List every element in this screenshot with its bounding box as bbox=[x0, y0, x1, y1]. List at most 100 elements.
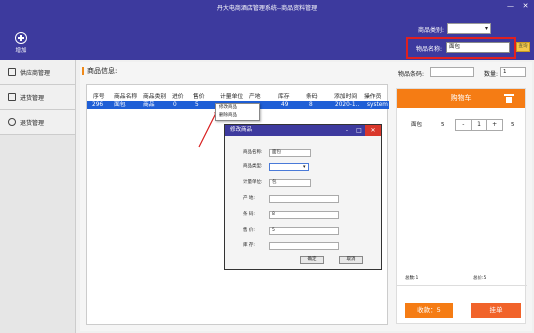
add-button[interactable]: 增加 bbox=[12, 32, 30, 54]
price-field[interactable]: 5 bbox=[269, 227, 339, 235]
context-menu: 修改商品 删除商品 bbox=[215, 103, 260, 121]
supplier-icon bbox=[8, 68, 16, 76]
chevron-down-icon: ▾ bbox=[303, 164, 306, 170]
sidebar: 供应商管理 进货管理 退货管理 bbox=[0, 60, 76, 333]
cart-title: 购物车 bbox=[450, 94, 472, 102]
minimize-button[interactable]: — bbox=[506, 2, 515, 11]
field-row: 计量单位: 包 bbox=[225, 179, 383, 187]
cell-barcode: 8 bbox=[309, 102, 313, 108]
dialog-restore-button[interactable]: □ bbox=[353, 125, 365, 136]
cell-id: 296 bbox=[92, 102, 104, 108]
cell-name: 面包 bbox=[114, 102, 126, 108]
goods-info-text: 商品信息: bbox=[87, 67, 118, 75]
cell-stock: 49 bbox=[281, 102, 289, 108]
category-select[interactable]: ▾ bbox=[447, 23, 491, 34]
return-icon bbox=[8, 118, 16, 126]
field-label: 库 存: bbox=[243, 243, 255, 248]
edit-goods-dialog: 修改商品 - □ ✕ 商品名称: 面包 商品类型: ▾ 计量单位: 包 产 地:… bbox=[224, 124, 382, 270]
cart-item-total: 5 bbox=[511, 122, 515, 128]
cart-divider bbox=[397, 285, 527, 286]
cancel-button[interactable]: 取消 bbox=[339, 256, 363, 264]
dialog-minimize-button[interactable]: - bbox=[341, 125, 353, 136]
col-header[interactable]: 库存 bbox=[278, 93, 290, 101]
dialog-title: 修改商品 bbox=[230, 127, 253, 133]
col-header[interactable]: 商品类别 bbox=[143, 93, 166, 101]
checkout-button[interactable]: 收款：5 bbox=[405, 303, 453, 318]
table-header: 序号 商品名称 商品类别 进价 售价 计量单位 产地 库存 条码 添加时间 操作… bbox=[87, 93, 389, 101]
cell-operator: system bbox=[367, 102, 388, 108]
sidebar-item-return[interactable]: 退货管理 bbox=[0, 110, 75, 135]
field-row: 商品类型: ▾ bbox=[225, 163, 383, 171]
field-row: 产 地: bbox=[225, 195, 383, 203]
field-label: 商品名称: bbox=[243, 150, 263, 155]
col-header[interactable]: 售价 bbox=[193, 93, 205, 101]
name-label: 物品名称: bbox=[416, 46, 443, 53]
field-label: 售 价: bbox=[243, 228, 255, 233]
barcode-field[interactable]: 8 bbox=[269, 211, 339, 219]
close-button[interactable]: ✕ bbox=[521, 2, 530, 11]
col-header[interactable]: 序号 bbox=[93, 93, 105, 101]
sidebar-item-label: 进货管理 bbox=[20, 94, 45, 102]
col-header[interactable]: 添加时间 bbox=[334, 93, 357, 101]
unit-input[interactable]: 包 bbox=[269, 179, 311, 187]
col-header[interactable]: 商品名称 bbox=[114, 93, 137, 101]
increment-button[interactable]: + bbox=[487, 120, 502, 130]
total-price: 总价:5 bbox=[473, 276, 487, 281]
hang-order-button[interactable]: 挂单 bbox=[471, 303, 521, 318]
barcode-label: 物品条码: bbox=[398, 71, 425, 78]
dialog-close-button[interactable]: ✕ bbox=[365, 125, 381, 136]
window-title: 丹大电商酒店管理系统--商品资料管理 bbox=[216, 5, 318, 12]
field-label: 条 码: bbox=[243, 212, 255, 217]
field-row: 库 存: bbox=[225, 242, 383, 250]
trash-icon[interactable] bbox=[504, 94, 514, 103]
dialog-title-bar: 修改商品 - □ ✕ bbox=[225, 125, 381, 136]
stock-field[interactable] bbox=[269, 242, 339, 250]
field-label: 计量单位: bbox=[243, 180, 263, 185]
sidebar-item-label: 供应商管理 bbox=[20, 69, 51, 77]
cart-item-name: 面包 bbox=[411, 122, 423, 128]
col-header[interactable]: 进价 bbox=[172, 93, 184, 101]
search-button[interactable]: 查询 bbox=[516, 42, 530, 52]
purchase-icon bbox=[8, 93, 16, 101]
barcode-input[interactable] bbox=[430, 67, 474, 77]
field-label: 产 地: bbox=[243, 196, 255, 201]
field-label: 商品类型: bbox=[243, 164, 263, 169]
total-count: 总数:1 bbox=[405, 276, 419, 281]
goods-name-input[interactable]: 面包 bbox=[269, 149, 311, 157]
app-header: 丹大电商酒店管理系统--商品资料管理 — ✕ 增加 商品类别: ▾ 物品名称: … bbox=[0, 0, 534, 60]
field-row: 售 价: 5 bbox=[225, 227, 383, 235]
quantity-stepper[interactable]: - 1 + bbox=[455, 119, 503, 131]
decrement-button[interactable]: - bbox=[456, 120, 472, 130]
col-header[interactable]: 产地 bbox=[249, 93, 261, 101]
field-row: 商品名称: 面包 bbox=[225, 149, 383, 157]
chevron-down-icon: ▾ bbox=[484, 25, 488, 32]
menu-item-delete[interactable]: 删除商品 bbox=[216, 112, 259, 120]
plus-circle-icon bbox=[15, 32, 27, 44]
menu-item-edit[interactable]: 修改商品 bbox=[216, 104, 259, 112]
col-header[interactable]: 操作员 bbox=[364, 93, 381, 101]
section-marker bbox=[82, 67, 84, 75]
sidebar-item-purchase[interactable]: 进货管理 bbox=[0, 85, 75, 110]
add-button-label: 增加 bbox=[15, 48, 27, 54]
cart-header: 购物车 bbox=[397, 89, 525, 108]
sidebar-item-label: 退货管理 bbox=[20, 119, 45, 127]
cart-item: 面包 5 - 1 + 5 bbox=[397, 119, 527, 131]
goods-info-title: 商品信息: bbox=[82, 66, 117, 76]
quantity-input[interactable]: 1 bbox=[500, 67, 526, 77]
shopping-cart: 购物车 面包 5 - 1 + 5 总数:1 总价:5 收款：5 挂单 bbox=[396, 88, 527, 324]
title-bar: 丹大电商酒店管理系统--商品资料管理 — ✕ bbox=[0, 0, 534, 14]
name-input[interactable]: 面包 bbox=[446, 42, 510, 53]
confirm-button[interactable]: 确定 bbox=[300, 256, 324, 264]
origin-input[interactable] bbox=[269, 195, 339, 203]
cell-time: 2020-1.. bbox=[335, 102, 360, 108]
cart-item-price: 5 bbox=[441, 122, 445, 128]
quantity-value[interactable]: 1 bbox=[472, 120, 488, 130]
col-header[interactable]: 计量单位 bbox=[220, 93, 243, 101]
cell-category: 商品 bbox=[143, 102, 155, 108]
sidebar-item-supplier[interactable]: 供应商管理 bbox=[0, 60, 75, 85]
cell-price: 5 bbox=[195, 102, 199, 108]
col-header[interactable]: 条码 bbox=[306, 93, 318, 101]
field-row: 条 码: 8 bbox=[225, 211, 383, 219]
category-label: 商品类别: bbox=[418, 27, 445, 34]
quantity-label: 数量: bbox=[484, 71, 499, 78]
